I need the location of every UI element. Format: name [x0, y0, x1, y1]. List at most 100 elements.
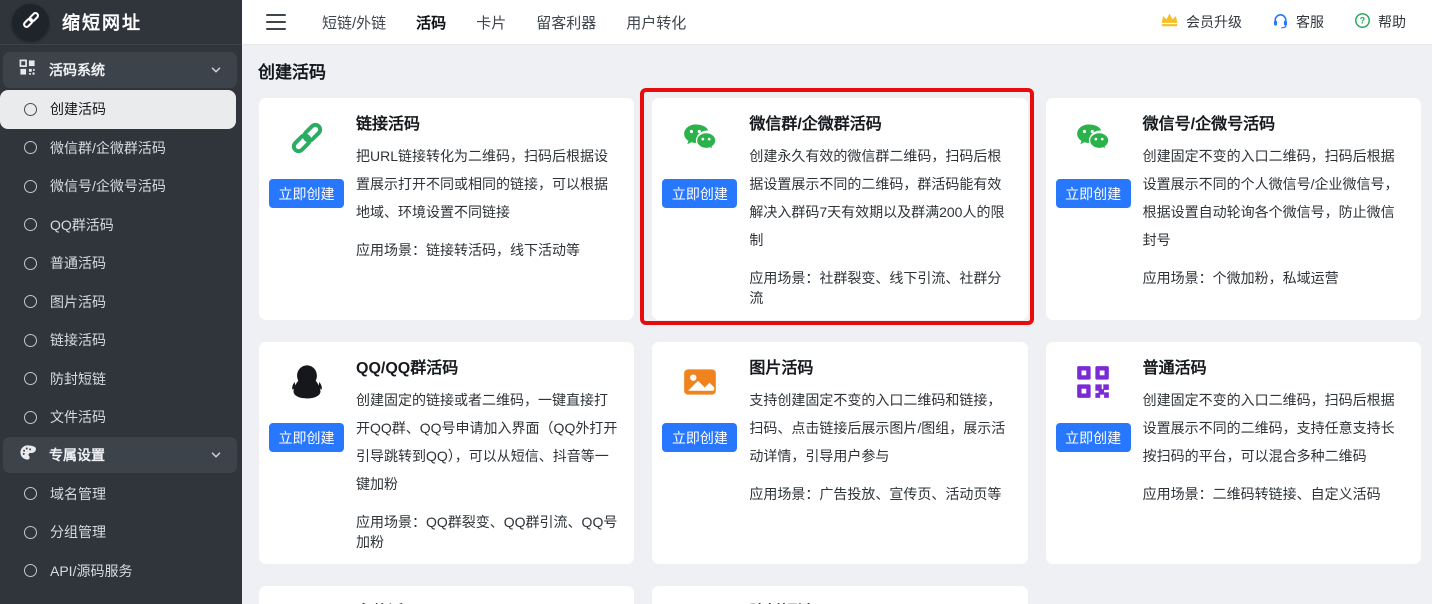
- sidebar-item-label: 微信号/企微号活码: [50, 176, 166, 196]
- sidebar-item-file-huoma[interactable]: 文件活码: [0, 398, 242, 437]
- sidebar-item-antiblock-shortlink[interactable]: 防封短链: [0, 360, 242, 399]
- help-icon: ?: [1354, 12, 1371, 32]
- wechat-icon: [1074, 119, 1112, 157]
- sidebar-item-image-huoma[interactable]: 图片活码: [0, 283, 242, 322]
- sidebar-item-wechat-group-huoma[interactable]: 微信群/企微群活码: [0, 129, 242, 168]
- topbar-tabs: 短链/外链 活码 卡片 留客利器 用户转化: [322, 12, 686, 33]
- link-icon: [288, 119, 326, 157]
- content-column: 短链/外链 活码 卡片 留客利器 用户转化 会员升级 客服: [242, 0, 1432, 604]
- svg-text:?: ?: [1360, 16, 1365, 26]
- card-cell: 立即创建 防封短链 链接防封性强，不受其他人的链接影响；本活码类型不提供数据统计…: [651, 585, 1028, 604]
- cards-grid: 立即创建 链接活码 把URL链接转化为二维码，扫码后根据设置展示打开不同或相同的…: [258, 97, 1422, 604]
- main-content: 创建活码 立即创建 链接活码 把URL链接转化为二维码，扫码后根据设: [242, 45, 1432, 604]
- tab-card[interactable]: 卡片: [476, 12, 506, 33]
- card-left: 立即创建: [662, 599, 737, 604]
- sidebar-item-wechat-id-huoma[interactable]: 微信号/企微号活码: [0, 167, 242, 206]
- card-wechat-group-huoma: 立即创建 微信群/企微群活码 创建永久有效的微信群二维码，扫码后根据设置展示不同…: [651, 97, 1028, 321]
- card-cell: 立即创建 微信号/企微号活码 创建固定不变的入口二维码，扫码后根据设置展示不同的…: [1045, 97, 1422, 321]
- sidebar-item-qq-group-huoma[interactable]: QQ群活码: [0, 206, 242, 245]
- topbar-actions: 会员升级 客服 ? 帮助: [1160, 12, 1406, 32]
- card-title: QQ/QQ群活码: [356, 358, 621, 379]
- hamburger-icon[interactable]: [266, 14, 286, 30]
- sidebar-item-label: 防封短链: [50, 369, 106, 389]
- card-image-huoma: 立即创建 图片活码 支持创建固定不变的入口二维码和链接，扫码、点击链接后展示图片…: [651, 341, 1028, 565]
- sidebar-item-label: 普通活码: [50, 253, 106, 273]
- sidebar-item-create-huoma[interactable]: 创建活码: [0, 90, 236, 129]
- tab-conversion[interactable]: 用户转化: [626, 12, 686, 33]
- sidebar-item-label: 文件活码: [50, 407, 106, 427]
- radio-circle-icon: [24, 295, 37, 308]
- card-cell: 立即创建 普通活码 创建固定不变的入口二维码，扫码后根据设置展示不同的二维码，支…: [1045, 341, 1422, 565]
- customer-service-label: 客服: [1296, 12, 1324, 32]
- card-description: 创建永久有效的微信群二维码，扫码后根据设置展示不同的二维码，群活码能有效解决入群…: [749, 142, 1014, 254]
- card-scene: 应用场景：QQ群裂变、QQ群引流、QQ号加粉: [356, 512, 621, 552]
- app-logo: [12, 4, 49, 41]
- sidebar-header: 缩短网址: [0, 0, 242, 45]
- card-body: 链接活码 把URL链接转化为二维码，扫码后根据设置展示打开不同或相同的链接，可以…: [356, 111, 621, 308]
- radio-circle-icon: [24, 487, 37, 500]
- sidebar: 缩短网址 活码系统 创建活码 微信群/企微群活码: [0, 0, 242, 604]
- card-scene: 应用场景：个微加粉，私域运营: [1143, 268, 1408, 288]
- card-title: 图片活码: [749, 358, 1014, 379]
- tab-retention[interactable]: 留客利器: [536, 12, 596, 33]
- card-description: 创建固定不变的入口二维码，扫码后根据设置展示不同的二维码，支持任意支持长按扫码的…: [1143, 386, 1408, 470]
- card-cell: 立即创建 链接活码 把URL链接转化为二维码，扫码后根据设置展示打开不同或相同的…: [258, 97, 635, 321]
- qq-penguin-icon: [288, 363, 326, 401]
- create-now-button[interactable]: 立即创建: [1056, 423, 1131, 452]
- palette-icon: [19, 444, 36, 466]
- crown-icon: [1160, 12, 1179, 32]
- customer-service-button[interactable]: 客服: [1272, 12, 1324, 32]
- card-description: 把URL链接转化为二维码，扫码后根据设置展示打开不同或相同的链接，可以根据地域、…: [356, 142, 621, 226]
- card-cell: 立即创建 图片活码 支持创建固定不变的入口二维码和链接，扫码、点击链接后展示图片…: [651, 341, 1028, 565]
- member-upgrade-button[interactable]: 会员升级: [1160, 12, 1242, 32]
- card-title: 微信群/企微群活码: [749, 114, 1014, 135]
- card-scene: 应用场景：链接转活码，线下活动等: [356, 240, 621, 260]
- create-now-button[interactable]: 立即创建: [269, 423, 344, 452]
- topbar: 短链/外链 活码 卡片 留客利器 用户转化 会员升级 客服: [242, 0, 1432, 45]
- card-title: 微信号/企微号活码: [1143, 114, 1408, 135]
- card-left: 立即创建: [1056, 111, 1131, 308]
- card-qq-huoma: 立即创建 QQ/QQ群活码 创建固定的链接或者二维码，一键直接打开QQ群、QQ号…: [258, 341, 635, 565]
- app-root: 缩短网址 活码系统 创建活码 微信群/企微群活码: [0, 0, 1432, 604]
- sidebar-item-label: 创建活码: [50, 99, 106, 119]
- tab-huoma[interactable]: 活码: [416, 12, 446, 33]
- card-title: 链接活码: [356, 114, 621, 135]
- qr-grid-icon: [19, 59, 36, 81]
- headset-icon: [1272, 12, 1289, 32]
- card-link-huoma: 立即创建 链接活码 把URL链接转化为二维码，扫码后根据设置展示打开不同或相同的…: [258, 97, 635, 321]
- radio-circle-icon: [24, 411, 37, 424]
- create-now-button[interactable]: 立即创建: [1056, 179, 1131, 208]
- card-body: QQ/QQ群活码 创建固定的链接或者二维码，一键直接打开QQ群、QQ号申请加入界…: [356, 355, 621, 552]
- card-normal-huoma: 立即创建 普通活码 创建固定不变的入口二维码，扫码后根据设置展示不同的二维码，支…: [1045, 341, 1422, 565]
- create-now-button[interactable]: 立即创建: [662, 179, 737, 208]
- create-now-button[interactable]: 立即创建: [269, 179, 344, 208]
- card-scene: 应用场景：社群裂变、线下引流、社群分流: [749, 268, 1014, 308]
- chevron-down-icon: [209, 63, 223, 77]
- sidebar-item-label: QQ群活码: [50, 215, 114, 235]
- sidebar-item-label: 微信群/企微群活码: [50, 138, 166, 158]
- card-left: 立即创建: [269, 355, 344, 552]
- card-body: 微信群/企微群活码 创建永久有效的微信群二维码，扫码后根据设置展示不同的二维码，…: [749, 111, 1014, 308]
- card-description: 创建固定不变的入口二维码，扫码后根据设置展示不同的个人微信号/企业微信号，根据设…: [1143, 142, 1408, 254]
- tab-shortlink[interactable]: 短链/外链: [322, 12, 386, 33]
- radio-circle-icon: [24, 334, 37, 347]
- card-wechat-id-huoma: 立即创建 微信号/企微号活码 创建固定不变的入口二维码，扫码后根据设置展示不同的…: [1045, 97, 1422, 321]
- sidebar-item-link-huoma[interactable]: 链接活码: [0, 321, 242, 360]
- card-left: 立即创建: [269, 111, 344, 308]
- sidebar-section-huoma-system[interactable]: 活码系统: [3, 52, 237, 88]
- help-label: 帮助: [1378, 12, 1406, 32]
- sidebar-item-api-source-service[interactable]: API/源码服务: [0, 552, 242, 591]
- radio-circle-icon: [24, 218, 37, 231]
- help-button[interactable]: ? 帮助: [1354, 12, 1406, 32]
- card-scene: 应用场景：二维码转链接、自定义活码: [1143, 484, 1408, 504]
- card-left: 立即创建: [662, 355, 737, 552]
- sidebar-item-domain-management[interactable]: 域名管理: [0, 475, 242, 514]
- card-body: 图片活码 支持创建固定不变的入口二维码和链接，扫码、点击链接后展示图片/图组，展…: [749, 355, 1014, 552]
- sidebar-section-exclusive-settings[interactable]: 专属设置: [3, 437, 237, 473]
- create-now-button[interactable]: 立即创建: [662, 423, 737, 452]
- sidebar-item-group-management[interactable]: 分组管理: [0, 513, 242, 552]
- sidebar-item-label: API/源码服务: [50, 561, 132, 581]
- sidebar-item-normal-huoma[interactable]: 普通活码: [0, 244, 242, 283]
- radio-circle-icon: [24, 526, 37, 539]
- card-description: 支持创建固定不变的入口二维码和链接，扫码、点击链接后展示图片/图组，展示活动详情…: [749, 386, 1014, 470]
